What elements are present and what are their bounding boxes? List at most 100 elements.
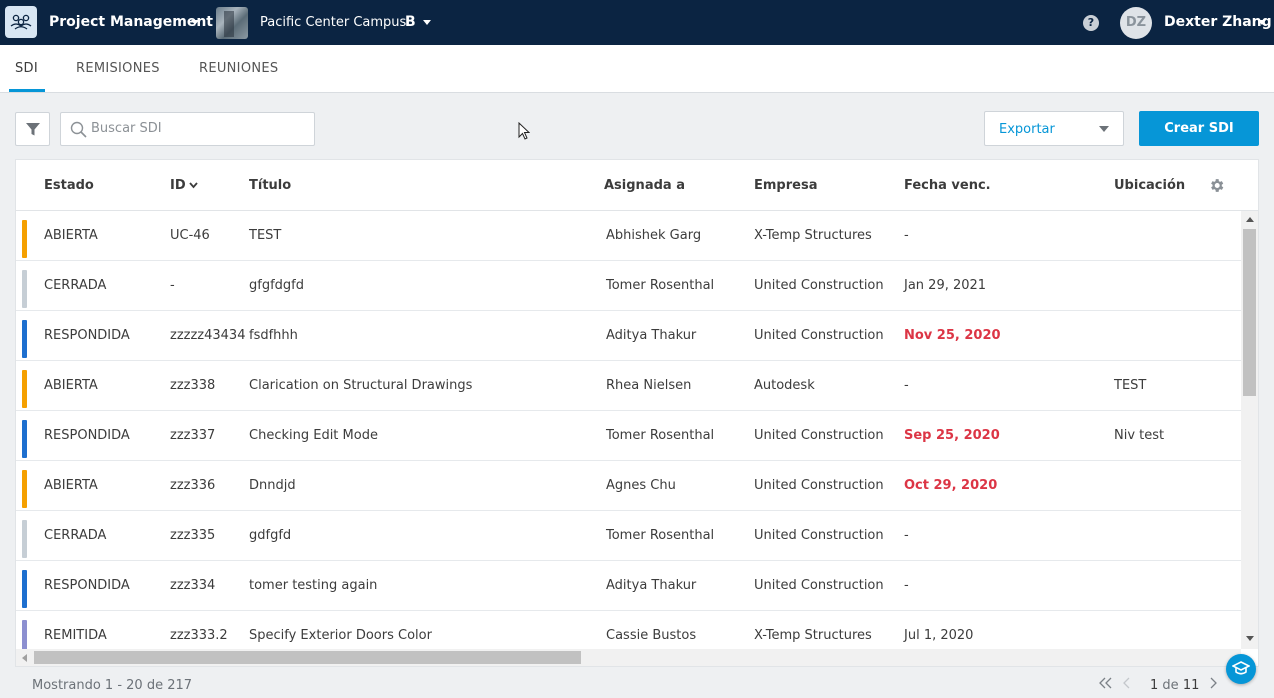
column-header-status[interactable]: Estado <box>44 178 94 193</box>
cell-id: - <box>170 278 175 293</box>
cell-due-date: - <box>904 228 909 243</box>
page-current: 1 <box>1150 678 1159 693</box>
cell-status: CERRADA <box>44 528 107 543</box>
table-row[interactable]: CERRADA zzz335 gdfgfd Tomer Rosenthal United… <box>16 511 1241 561</box>
user-name[interactable]: Dexter Zhang <box>1164 14 1272 30</box>
gear-icon[interactable] <box>1208 177 1225 194</box>
cell-title: Clarication on Structural Drawings <box>249 378 473 393</box>
horizontal-scroll-thumb[interactable] <box>34 651 581 664</box>
cell-status: RESPONDIDA <box>44 428 130 443</box>
table-row[interactable]: ABIERTA UC-46 TEST Abhishek Garg X-Temp Stru… <box>16 211 1241 261</box>
cell-status: ABIERTA <box>44 378 98 393</box>
cell-due-date: - <box>904 528 909 543</box>
vertical-scroll-thumb[interactable] <box>1243 229 1256 396</box>
cell-title: fsdfhhh <box>249 328 298 343</box>
column-header-due-date[interactable]: Fecha venc. <box>904 178 991 193</box>
cell-due-date: - <box>904 378 909 393</box>
status-color-bar <box>22 320 27 358</box>
cell-assigned: Aditya Thakur <box>606 328 697 343</box>
column-header-id-label: ID <box>170 178 186 193</box>
table-header: Estado ID Título Asignada a Empresa Fech… <box>16 160 1258 211</box>
column-header-assigned[interactable]: Asignada a <box>604 178 685 193</box>
cell-assigned: Tomer Rosenthal <box>606 278 715 293</box>
cell-status: RESPONDIDA <box>44 328 130 343</box>
table-row[interactable]: RESPONDIDA zzzzz43434 fsdfhhh Aditya Thakur… <box>16 311 1241 361</box>
cell-company: X-Temp Structures <box>754 228 872 243</box>
column-header-id[interactable]: ID <box>170 178 198 193</box>
learning-panel-button[interactable] <box>1226 654 1256 684</box>
status-color-bar <box>22 470 27 508</box>
first-page-icon[interactable] <box>1099 677 1112 689</box>
horizontal-scrollbar[interactable] <box>16 649 1241 666</box>
cell-location: TEST <box>1114 378 1147 393</box>
vertical-scrollbar[interactable] <box>1241 211 1258 649</box>
sdi-table: Estado ID Título Asignada a Empresa Fech… <box>16 160 1258 666</box>
table-row[interactable]: CERRADA - gfgfdgfd Tomer Rosenthal United Co… <box>16 261 1241 311</box>
tab-bar: SDI REMISIONES REUNIONES <box>0 45 1274 93</box>
cell-assigned: Cassie Bustos <box>606 628 697 643</box>
cell-title: gdfgfd <box>249 528 292 543</box>
cell-assigned: Rhea Nielsen <box>606 378 692 393</box>
column-header-company[interactable]: Empresa <box>754 178 817 193</box>
next-page-icon[interactable] <box>1209 677 1217 689</box>
cell-location: Niv test <box>1114 428 1165 443</box>
scroll-up-icon[interactable] <box>1246 217 1254 222</box>
active-tab-indicator <box>9 89 45 92</box>
filter-icon <box>25 122 40 135</box>
column-header-location[interactable]: Ubicación <box>1114 178 1185 193</box>
status-color-bar <box>22 620 27 649</box>
tab-reuniones[interactable]: REUNIONES <box>199 61 278 76</box>
table-row[interactable]: ABIERTA zzz336 Dnndjd Agnes Chu United Const… <box>16 461 1241 511</box>
page-indicator: 1 de 11 <box>1150 678 1199 693</box>
status-color-bar <box>22 270 27 308</box>
avatar[interactable]: DZ <box>1120 7 1152 39</box>
results-count: Mostrando 1 - 20 de 217 <box>32 678 193 693</box>
status-color-bar <box>22 420 27 458</box>
sort-descending-icon <box>188 182 198 189</box>
cell-company: United Construction <box>754 478 884 493</box>
cell-due-date: Sep 25, 2020 <box>904 428 1000 443</box>
chevron-down-icon <box>1099 126 1109 132</box>
filter-button[interactable] <box>15 112 50 146</box>
app-title[interactable]: Project Management <box>49 14 213 30</box>
table-body: ABIERTA UC-46 TEST Abhishek Garg X-Temp Stru… <box>16 211 1241 649</box>
cell-title: TEST <box>249 228 282 243</box>
cell-company: Autodesk <box>754 378 815 393</box>
cell-id: zzz333.2 <box>170 628 228 643</box>
chevron-down-icon[interactable] <box>191 20 199 25</box>
cell-id: zzz336 <box>170 478 216 493</box>
chevron-down-icon[interactable] <box>423 20 431 25</box>
tab-sdi[interactable]: SDI <box>15 61 38 76</box>
team-icon[interactable] <box>5 6 37 38</box>
scroll-left-icon[interactable] <box>22 654 27 662</box>
create-sdi-button[interactable]: Crear SDI <box>1139 111 1259 146</box>
column-header-title[interactable]: Título <box>249 178 291 193</box>
chevron-down-icon[interactable] <box>1258 20 1266 25</box>
previous-page-icon[interactable] <box>1123 677 1131 689</box>
table-row[interactable]: RESPONDIDA zzz334 tomer testing again Adity… <box>16 561 1241 611</box>
search-input[interactable] <box>91 121 306 136</box>
help-icon[interactable]: ? <box>1083 15 1099 31</box>
cell-company: United Construction <box>754 578 884 593</box>
table-row[interactable]: RESPONDIDA zzz337 Checking Edit Mode Tomer … <box>16 411 1241 461</box>
cell-id: UC-46 <box>170 228 210 243</box>
table-row[interactable]: ABIERTA zzz338 Clarication on Structural D… <box>16 361 1241 411</box>
table-row[interactable]: REMITIDA zzz333.2 Specify Exterior Doors C… <box>16 611 1241 649</box>
cell-due-date: Jan 29, 2021 <box>904 278 987 293</box>
project-name[interactable]: Pacific Center Campus <box>260 15 406 30</box>
tab-remisiones[interactable]: REMISIONES <box>76 61 160 76</box>
cell-assigned: Tomer Rosenthal <box>606 528 715 543</box>
cell-status: REMITIDA <box>44 628 107 643</box>
cell-id: zzzzz43434 <box>170 328 246 343</box>
cell-company: United Construction <box>754 278 884 293</box>
cell-due-date: Jul 1, 2020 <box>904 628 974 643</box>
status-color-bar <box>22 520 27 558</box>
scroll-down-icon[interactable] <box>1246 636 1254 641</box>
project-thumbnail <box>216 7 248 39</box>
status-color-bar <box>22 370 27 408</box>
cell-status: ABIERTA <box>44 228 98 243</box>
search-box <box>60 112 315 146</box>
cell-id: zzz337 <box>170 428 216 443</box>
export-dropdown[interactable]: Exportar <box>984 111 1124 146</box>
cell-title: Dnndjd <box>249 478 296 493</box>
